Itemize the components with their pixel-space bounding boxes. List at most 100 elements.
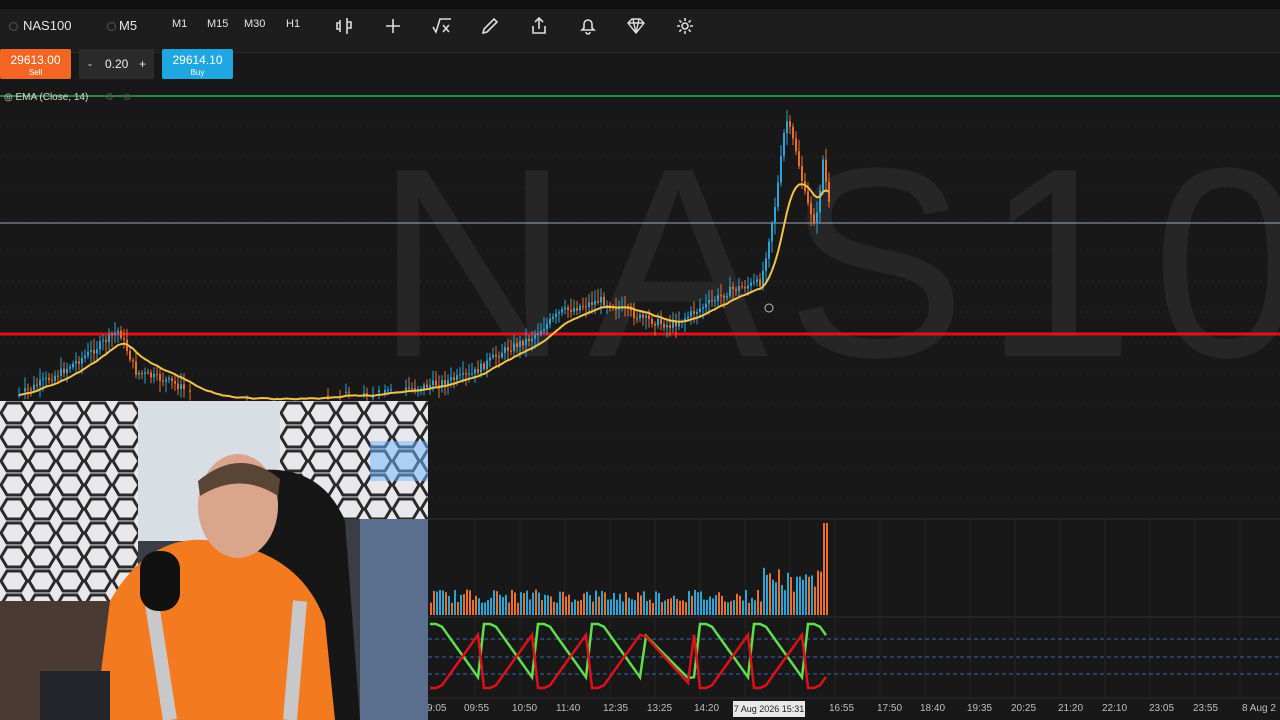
candle-body <box>114 332 116 336</box>
volume-bar <box>616 599 618 615</box>
volume-bar <box>790 577 792 615</box>
candle-body <box>432 380 434 386</box>
indicator-name: EMA (Close, 14) <box>15 92 89 103</box>
candle-body <box>150 372 152 378</box>
volume-bar <box>490 597 492 615</box>
volume-bar <box>604 592 606 615</box>
candle-body <box>747 285 749 289</box>
candle-body <box>153 374 155 378</box>
decrease-quantity-button[interactable]: - <box>88 57 92 71</box>
time-label: 9:05 <box>427 703 447 714</box>
candle-body <box>600 296 602 303</box>
candle-body <box>165 379 167 382</box>
volume-bar <box>574 599 576 615</box>
candle-body <box>669 325 671 328</box>
candle-body <box>573 308 575 312</box>
volume-bar <box>592 601 594 615</box>
settings-gear-icon[interactable] <box>673 14 697 38</box>
sell-button[interactable]: 29613.00 Sell <box>0 49 71 79</box>
indicator-legend: ◎ EMA (Close, 14) ⚙ ⊗ <box>4 92 131 103</box>
alert-bell-icon[interactable] <box>576 14 600 38</box>
buy-button[interactable]: 29614.10 Buy <box>162 49 233 79</box>
volume-bar <box>817 570 819 615</box>
candle-body <box>405 387 407 390</box>
webcam-overlay <box>0 401 428 720</box>
volume-bar <box>814 586 816 615</box>
candle-body <box>96 349 98 354</box>
candle-body <box>591 302 593 305</box>
candle-body <box>753 281 755 283</box>
candle-body <box>762 270 764 286</box>
candle-body <box>744 286 746 289</box>
volume-bar <box>541 599 543 615</box>
volume-bar <box>718 592 720 615</box>
indicator-settings-icon[interactable]: ⚙ <box>105 92 114 103</box>
increase-quantity-button[interactable]: + <box>139 57 146 71</box>
candle-body <box>642 314 644 318</box>
interval-m1[interactable]: M1 <box>172 18 187 30</box>
volume-bar <box>625 592 627 615</box>
candle-body <box>465 373 467 375</box>
volume-bar <box>664 600 666 615</box>
candle-body <box>24 388 26 392</box>
volume-bar <box>772 579 774 615</box>
volume-bar <box>580 600 582 615</box>
top-toolbar: NAS100 M5 M1 M15 M30 H1 <box>0 0 1280 53</box>
share-icon[interactable] <box>527 14 551 38</box>
candle-body <box>507 347 509 351</box>
candle-body <box>723 295 725 298</box>
timeframe-selector[interactable]: M5 <box>119 18 137 33</box>
volume-bar <box>658 593 660 615</box>
candle-body <box>594 300 596 305</box>
volume-bar <box>706 599 708 615</box>
volume-bar <box>460 594 462 615</box>
candle-body <box>765 258 767 271</box>
candle-body <box>741 286 743 288</box>
candle-body <box>486 360 488 370</box>
pencil-icon[interactable] <box>478 14 502 38</box>
candle-body <box>138 372 140 375</box>
bar-style-icon[interactable] <box>332 14 356 38</box>
candle-body <box>84 355 86 358</box>
indicator-remove-icon[interactable]: ⊗ <box>123 92 131 103</box>
visibility-eye-icon[interactable]: ◎ <box>4 92 13 103</box>
diamond-icon[interactable] <box>624 14 648 38</box>
candle-body <box>510 350 512 352</box>
time-label: 19:35 <box>967 703 993 714</box>
candle-body <box>540 330 542 334</box>
candle-body <box>177 383 179 389</box>
candle-body <box>129 351 131 360</box>
candle-body <box>726 296 728 298</box>
volume-bar <box>598 596 600 615</box>
volume-bar <box>667 599 669 615</box>
volume-bar <box>472 599 474 615</box>
candle-body <box>423 384 425 389</box>
interval-h1[interactable]: H1 <box>286 18 300 30</box>
formula-icon[interactable] <box>430 14 454 38</box>
volume-bar <box>736 593 738 615</box>
symbol-selector[interactable]: NAS100 <box>23 18 71 33</box>
interval-m30[interactable]: M30 <box>244 18 265 30</box>
volume-bar <box>631 599 633 615</box>
candle-body <box>690 311 692 317</box>
volume-bar <box>586 591 588 615</box>
volume-bar <box>514 592 516 615</box>
volume-bar <box>781 585 783 615</box>
interval-m15[interactable]: M15 <box>207 18 228 30</box>
quantity-input[interactable]: 0.20 <box>105 57 128 71</box>
volume-bar <box>526 590 528 615</box>
candle-body <box>582 306 584 308</box>
candle-body <box>756 279 758 282</box>
volume-bar <box>793 591 795 615</box>
candle-body <box>168 378 170 380</box>
candle-body <box>816 212 818 224</box>
candle-body <box>558 312 560 314</box>
volume-bar <box>622 601 624 615</box>
candle-body <box>489 357 491 361</box>
crosshair-icon[interactable] <box>381 14 405 38</box>
volume-bar <box>724 601 726 615</box>
candle-body <box>93 350 95 354</box>
volume-bar <box>697 592 699 615</box>
candle-body <box>750 282 752 286</box>
volume-bar <box>805 574 807 615</box>
